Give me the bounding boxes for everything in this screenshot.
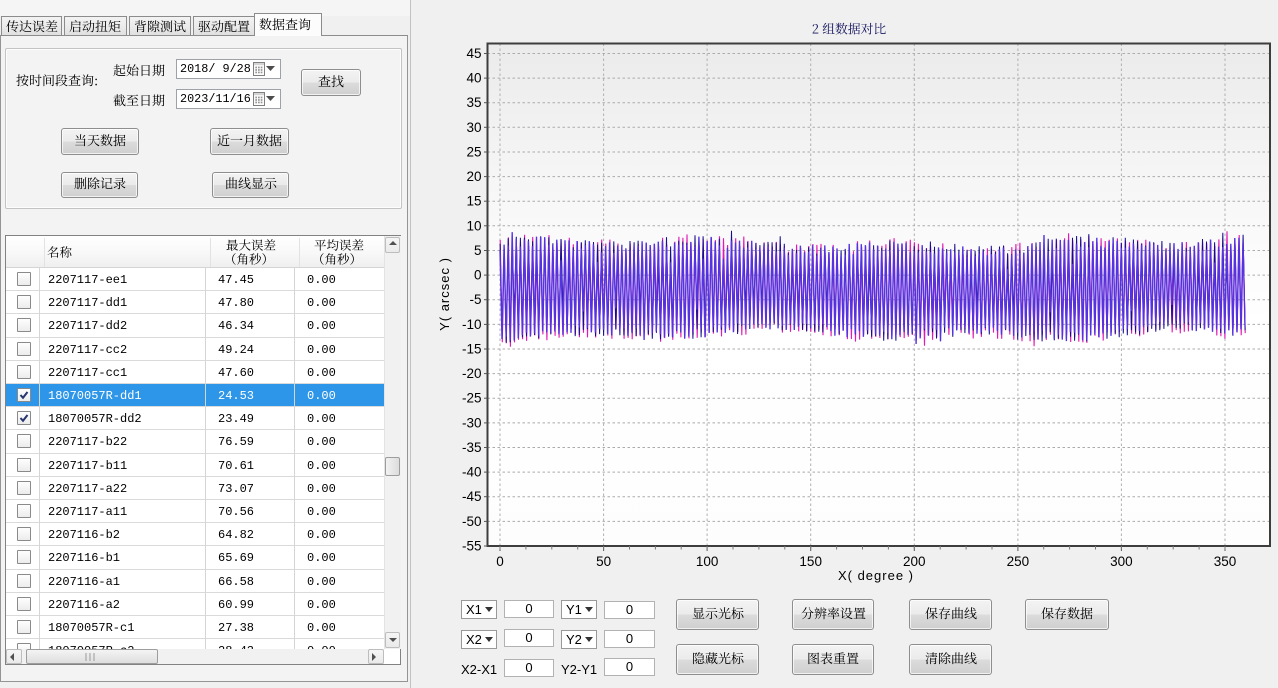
svg-text:200: 200 bbox=[903, 554, 926, 569]
svg-text:-5: -5 bbox=[469, 292, 481, 307]
svg-text:-35: -35 bbox=[462, 440, 482, 455]
svg-text:45: 45 bbox=[466, 46, 481, 61]
svg-text:150: 150 bbox=[799, 554, 822, 569]
svg-text:X( degree ): X( degree ) bbox=[838, 568, 914, 583]
svg-text:-55: -55 bbox=[462, 539, 482, 554]
svg-text:250: 250 bbox=[1007, 554, 1030, 569]
svg-text:-40: -40 bbox=[462, 465, 482, 480]
svg-text:-45: -45 bbox=[462, 489, 482, 504]
svg-text:350: 350 bbox=[1214, 554, 1237, 569]
svg-text:300: 300 bbox=[1110, 554, 1133, 569]
svg-text:50: 50 bbox=[596, 554, 611, 569]
svg-text:5: 5 bbox=[474, 243, 482, 258]
svg-text:20: 20 bbox=[466, 169, 481, 184]
svg-text:-25: -25 bbox=[462, 391, 482, 406]
svg-text:0: 0 bbox=[474, 268, 482, 283]
svg-text:25: 25 bbox=[466, 145, 481, 160]
svg-text:-20: -20 bbox=[462, 366, 482, 381]
svg-text:-10: -10 bbox=[462, 317, 482, 332]
svg-text:40: 40 bbox=[466, 71, 481, 86]
svg-text:-30: -30 bbox=[462, 415, 482, 430]
svg-text:Y( arcsec ): Y( arcsec ) bbox=[437, 257, 452, 331]
svg-text:-50: -50 bbox=[462, 514, 482, 529]
svg-text:0: 0 bbox=[496, 554, 504, 569]
svg-text:10: 10 bbox=[466, 218, 481, 233]
svg-text:30: 30 bbox=[466, 120, 481, 135]
svg-text:100: 100 bbox=[696, 554, 719, 569]
svg-text:15: 15 bbox=[466, 194, 481, 209]
svg-text:-15: -15 bbox=[462, 342, 482, 357]
svg-text:35: 35 bbox=[466, 95, 481, 110]
